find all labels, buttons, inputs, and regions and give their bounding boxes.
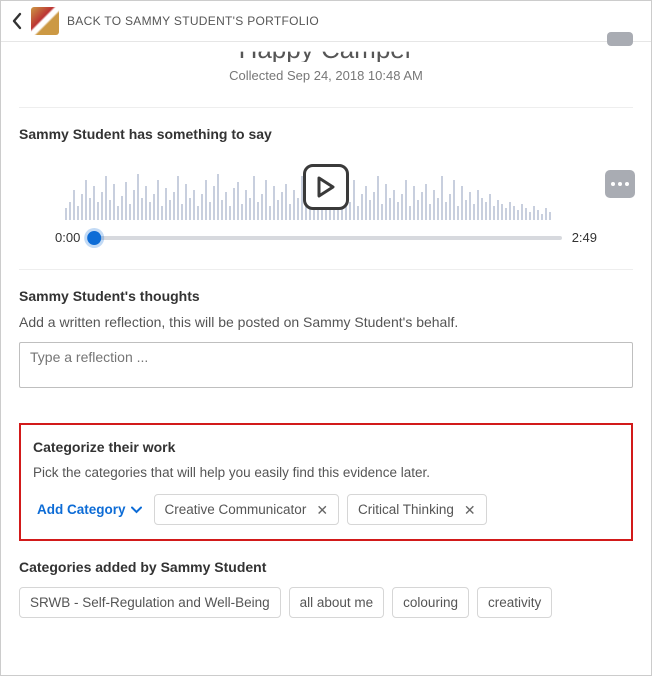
play-icon: [316, 176, 336, 198]
audio-timeline: 0:00 2:49: [55, 230, 597, 245]
student-categories-heading: Categories added by Sammy Student: [19, 559, 633, 575]
student-category-chip: all about me: [289, 587, 385, 618]
header-action-button[interactable]: [607, 32, 633, 46]
categorize-section: Categorize their work Pick the categorie…: [19, 423, 633, 541]
thoughts-heading: Sammy Student's thoughts: [19, 288, 633, 304]
teacher-category-row: Add Category Creative Communicator✕Criti…: [33, 494, 619, 525]
chevron-down-icon: [131, 506, 142, 514]
audio-heading: Sammy Student has something to say: [19, 126, 633, 142]
audio-player: [19, 154, 633, 220]
student-category-chip: SRWB - Self-Regulation and Well-Being: [19, 587, 281, 618]
scrubber-track[interactable]: [90, 236, 561, 240]
collected-timestamp: Collected Sep 24, 2018 10:48 AM: [19, 68, 633, 83]
time-start: 0:00: [55, 230, 80, 245]
page-title: Happy Camper: [19, 36, 633, 62]
time-end: 2:49: [572, 230, 597, 245]
chip-label: Creative Communicator: [165, 502, 307, 517]
more-options-button[interactable]: [605, 170, 635, 198]
add-category-button[interactable]: Add Category: [33, 496, 146, 523]
categorize-heading: Categorize their work: [33, 439, 619, 455]
category-chip: Critical Thinking ✕: [347, 494, 487, 525]
add-category-label: Add Category: [37, 502, 126, 517]
close-icon[interactable]: ✕: [316, 503, 328, 517]
thoughts-description: Add a written reflection, this will be p…: [19, 314, 633, 330]
play-button[interactable]: [303, 164, 349, 210]
avatar: [31, 7, 59, 35]
reflection-input[interactable]: [19, 342, 633, 388]
scrubber-knob[interactable]: [88, 231, 102, 245]
chevron-left-icon[interactable]: [11, 12, 23, 30]
back-link-label[interactable]: BACK TO SAMMY STUDENT'S PORTFOLIO: [67, 14, 319, 28]
categorize-description: Pick the categories that will help you e…: [33, 465, 619, 480]
close-icon[interactable]: ✕: [464, 503, 476, 517]
chip-label: Critical Thinking: [358, 502, 454, 517]
student-category-row: SRWB - Self-Regulation and Well-Being all…: [19, 587, 633, 618]
student-category-chip: colouring: [392, 587, 469, 618]
student-category-chip: creativity: [477, 587, 552, 618]
divider: [19, 107, 633, 108]
divider: [19, 269, 633, 270]
title-block: Happy Camper Collected Sep 24, 2018 10:4…: [19, 36, 633, 83]
category-chip: Creative Communicator ✕: [154, 494, 340, 525]
